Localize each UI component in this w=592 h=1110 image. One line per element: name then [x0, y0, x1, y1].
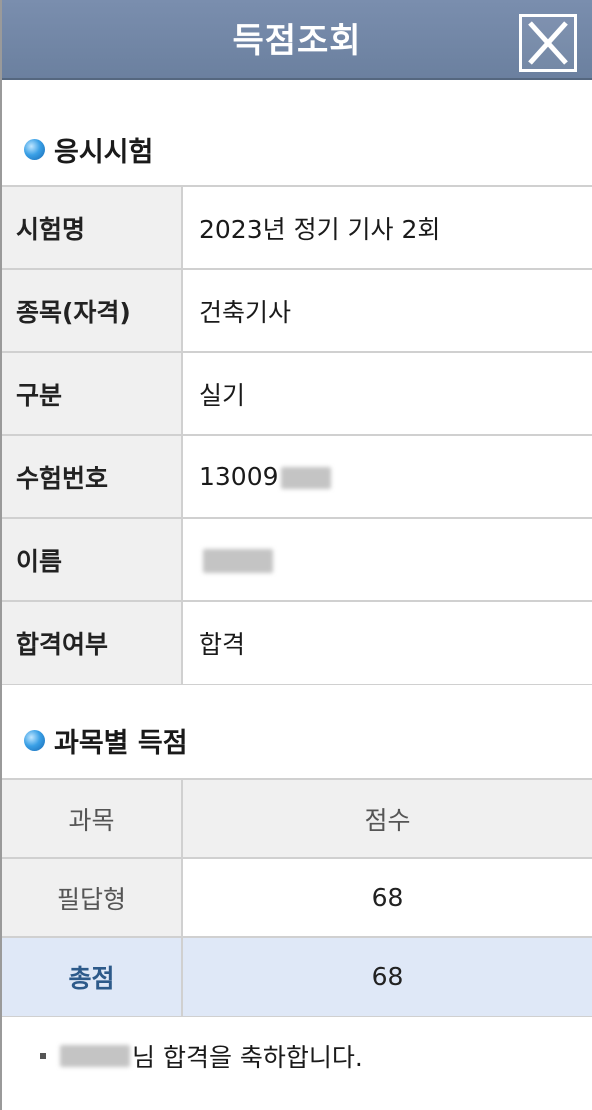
- exam-name-value: 2023년 정기 기사 2회: [182, 185, 592, 270]
- category-row: 구분 실기: [2, 351, 592, 436]
- qualification-value: 건축기사: [182, 268, 592, 353]
- exam-name-row: 시험명 2023년 정기 기사 2회: [2, 185, 592, 270]
- category-label: 구분: [2, 351, 183, 436]
- exam-name-label: 시험명: [2, 185, 183, 270]
- qualification-label: 종목(자격): [2, 268, 183, 353]
- redacted-exam-number: [280, 467, 331, 489]
- exam-number-cell: 13009: [182, 434, 592, 519]
- total-score: 68: [182, 936, 592, 1017]
- exam-info-table: 시험명 2023년 정기 기사 2회 종목(자격) 건축기사 구분 실기 수험번…: [2, 185, 592, 685]
- table-header-row: 과목 점수: [2, 778, 592, 859]
- total-row: 총점 68: [2, 936, 592, 1017]
- exam-section-title: 응시시험: [54, 136, 154, 168]
- page-title: 득점조회: [232, 21, 362, 61]
- subject-score: 68: [182, 857, 592, 938]
- table-row: 필답형 68: [2, 857, 592, 938]
- close-icon: [528, 21, 568, 65]
- score-inquiry-page: 득점조회 응시시험 시험명 2023년 정기 기사 2회 종목(자격) 건축기사…: [0, 0, 592, 1110]
- redacted-name: [203, 549, 273, 573]
- subject-score-table: 과목 점수 필답형 68 총점 68: [2, 778, 592, 1017]
- congratulation-text: 님 합격을 축하합니다.: [132, 1043, 363, 1072]
- qualification-row: 종목(자격) 건축기사: [2, 268, 592, 353]
- bullet-icon: [24, 729, 45, 751]
- bullet-dot: [40, 1053, 46, 1059]
- score-section-title: 과목별 득점: [54, 727, 188, 759]
- name-label: 이름: [2, 517, 183, 602]
- score-header: 점수: [182, 778, 592, 859]
- close-button[interactable]: [519, 14, 577, 72]
- exam-section-heading: 응시시험: [24, 129, 153, 169]
- congratulation-message: 님 합격을 축하합니다.: [40, 1036, 363, 1076]
- exam-number-value: 13009: [199, 462, 279, 491]
- exam-number-label: 수험번호: [2, 434, 183, 519]
- title-bar: 득점조회: [2, 0, 592, 80]
- score-section-heading: 과목별 득점: [24, 720, 188, 760]
- exam-number-row: 수험번호 13009: [2, 434, 592, 519]
- total-label: 총점: [2, 936, 183, 1017]
- subject-name: 필답형: [2, 857, 183, 938]
- pass-status-value: 합격: [182, 600, 592, 685]
- category-value: 실기: [182, 351, 592, 436]
- name-cell: [182, 517, 592, 602]
- pass-status-row: 합격여부 합격: [2, 600, 592, 685]
- name-row: 이름: [2, 517, 592, 602]
- bullet-icon: [24, 138, 45, 160]
- redacted-name: [60, 1045, 130, 1067]
- pass-status-label: 합격여부: [2, 600, 183, 685]
- subject-header: 과목: [2, 778, 183, 859]
